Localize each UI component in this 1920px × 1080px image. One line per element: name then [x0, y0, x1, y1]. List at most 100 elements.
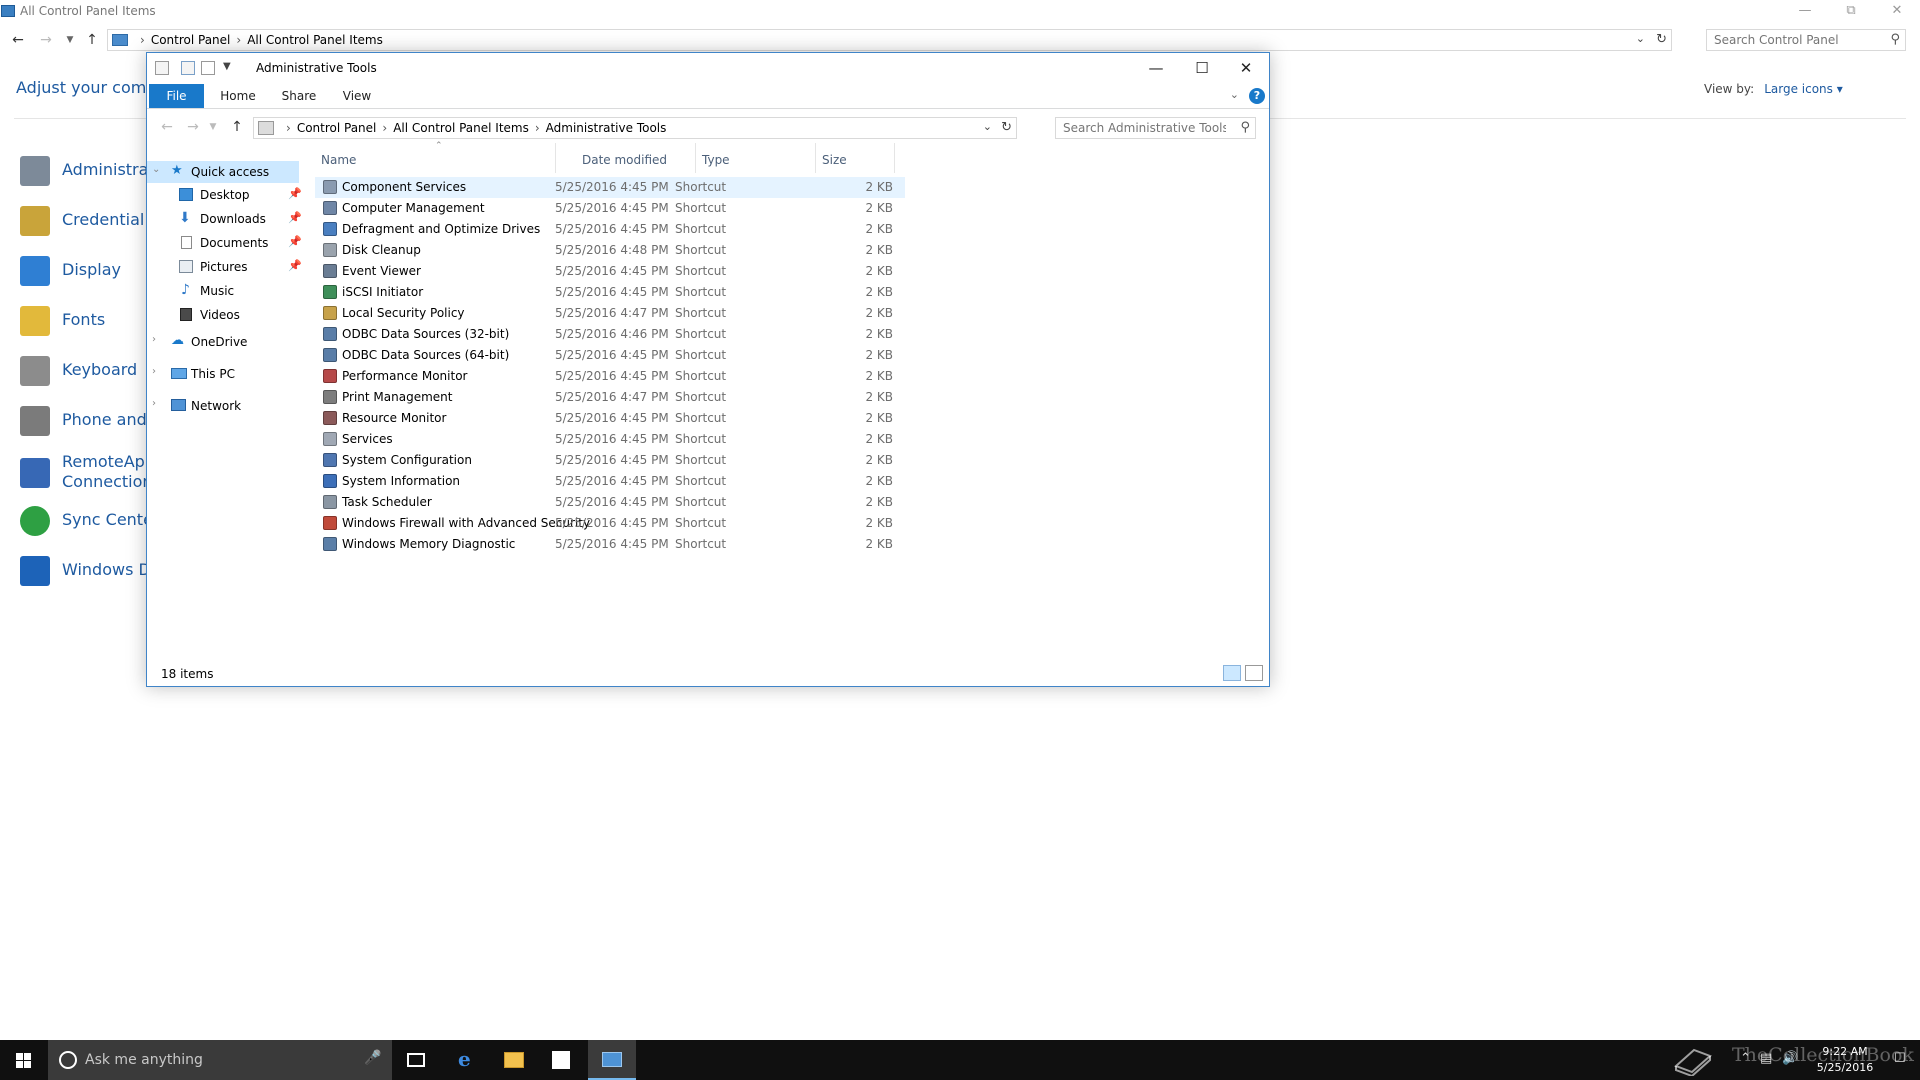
file-row[interactable]: System Configuration 5/25/2016 4:45 PM Sho…	[315, 450, 905, 471]
cp-refresh-icon[interactable]: ↻	[1656, 32, 1667, 47]
cp-crumb-control-panel[interactable]: Control Panel	[151, 33, 231, 47]
recent-locations-chevron-icon[interactable]: ▼	[203, 117, 223, 137]
maximize-button[interactable]: ☐	[1179, 53, 1225, 83]
file-row[interactable]: ODBC Data Sources (32-bit) 5/25/2016 4:46…	[315, 324, 905, 345]
cp-recent-chevron-icon[interactable]: ▼	[60, 30, 80, 50]
file-row[interactable]: Computer Management 5/25/2016 4:45 PM Shor…	[315, 198, 905, 219]
help-icon[interactable]: ?	[1249, 88, 1265, 104]
qat-customize-icon[interactable]: ▼	[223, 61, 231, 72]
file-name: Component Services	[342, 180, 467, 194]
cp-minimize-button[interactable]: —	[1782, 0, 1828, 23]
nav-desktop[interactable]: Desktop 📌	[147, 184, 303, 206]
cp-forward-arrow-icon[interactable]: →	[36, 30, 56, 50]
column-header-date-modified[interactable]: Date modified	[576, 143, 696, 173]
cortana-search-box[interactable]: Ask me anything 🎤	[48, 1040, 392, 1080]
cp-address-bar[interactable]: › Control Panel › All Control Panel Items ⌄…	[107, 29, 1672, 51]
collapse-chevron-icon[interactable]: ⌄	[152, 164, 160, 175]
file-row[interactable]: Disk Cleanup 5/25/2016 4:48 PM Shortcut 2 K…	[315, 240, 905, 261]
taskbar-control-panel[interactable]	[588, 1040, 636, 1080]
cp-close-button[interactable]: ✕	[1874, 0, 1920, 23]
network-icon	[171, 399, 186, 411]
file-row[interactable]: Component Services 5/25/2016 4:45 PM Short…	[315, 177, 905, 198]
file-type: Shortcut	[675, 201, 727, 215]
search-icon[interactable]: ⚲	[1890, 32, 1900, 47]
file-row[interactable]: ODBC Data Sources (64-bit) 5/25/2016 4:45…	[315, 345, 905, 366]
nav-videos[interactable]: Videos	[147, 304, 303, 326]
taskbar-edge[interactable]: e	[442, 1040, 490, 1080]
microphone-icon[interactable]: 🎤	[364, 1050, 381, 1066]
cp-search-input[interactable]	[1707, 30, 1877, 50]
pin-icon[interactable]: 📌	[288, 187, 302, 200]
nav-quick-access[interactable]: ⌄ ★ Quick access	[147, 161, 299, 183]
search-icon[interactable]: ⚲	[1240, 120, 1250, 135]
cp-back-arrow-icon[interactable]: ←	[8, 30, 28, 50]
file-row[interactable]: iSCSI Initiator 5/25/2016 4:45 PM Shortcut…	[315, 282, 905, 303]
cp-up-arrow-icon[interactable]: ↑	[82, 30, 102, 50]
shortcut-icon	[323, 411, 337, 425]
forward-arrow-icon[interactable]: →	[183, 117, 203, 137]
tab-home[interactable]: Home	[207, 84, 269, 108]
expand-chevron-icon[interactable]: ›	[152, 366, 156, 377]
nav-documents[interactable]: Documents 📌	[147, 232, 303, 254]
file-row[interactable]: Local Security Policy 5/25/2016 4:47 PM Sh…	[315, 303, 905, 324]
close-button[interactable]: ✕	[1223, 53, 1269, 83]
refresh-icon[interactable]: ↻	[1001, 120, 1012, 135]
search-box[interactable]: ⚲	[1055, 117, 1256, 139]
cp-restore-button[interactable]: ⧉	[1828, 0, 1874, 23]
properties-icon[interactable]	[181, 61, 195, 75]
file-row[interactable]: Task Scheduler 5/25/2016 4:45 PM Shortcut 2…	[315, 492, 905, 513]
pin-icon[interactable]: 📌	[288, 235, 302, 248]
cp-address-dropdown-icon[interactable]: ⌄	[1636, 32, 1645, 45]
expand-ribbon-chevron-icon[interactable]: ⌄	[1230, 88, 1239, 101]
nav-music[interactable]: ♪ Music	[147, 280, 303, 302]
file-row[interactable]: Windows Firewall with Advanced Security 5…	[315, 513, 905, 534]
shortcut-icon	[323, 285, 337, 299]
large-icons-view-icon[interactable]	[1245, 665, 1263, 681]
file-row[interactable]: Print Management 5/25/2016 4:47 PM Shortcu…	[315, 387, 905, 408]
task-view-button[interactable]	[392, 1040, 440, 1080]
admin-tools-small-icon[interactable]	[155, 61, 169, 75]
nav-pictures[interactable]: Pictures 📌	[147, 256, 303, 278]
nav-onedrive[interactable]: › ☁ OneDrive	[147, 331, 303, 353]
view-by-dropdown[interactable]: Large icons ▾	[1764, 82, 1843, 96]
folder-icon	[504, 1052, 524, 1068]
file-row[interactable]: Windows Memory Diagnostic 5/25/2016 4:45 …	[315, 534, 905, 555]
expand-chevron-icon[interactable]: ›	[152, 398, 156, 409]
tab-view[interactable]: View	[331, 84, 383, 108]
file-row[interactable]: Resource Monitor 5/25/2016 4:45 PM Shortcu…	[315, 408, 905, 429]
expand-chevron-icon[interactable]: ›	[152, 334, 156, 345]
file-row[interactable]: Services 5/25/2016 4:45 PM Shortcut 2 KB	[315, 429, 905, 450]
nav-this-pc[interactable]: › This PC	[147, 363, 303, 385]
nav-network[interactable]: › Network	[147, 395, 303, 417]
address-bar[interactable]: › Control Panel › All Control Panel Items › A…	[253, 117, 1017, 139]
file-row[interactable]: System Information 5/25/2016 4:45 PM Short…	[315, 471, 905, 492]
cp-crumb-all-items[interactable]: All Control Panel Items	[247, 33, 383, 47]
pin-icon[interactable]: 📌	[288, 259, 302, 272]
tab-file[interactable]: File	[149, 84, 204, 108]
address-dropdown-icon[interactable]: ⌄	[983, 120, 992, 133]
crumb-all-items[interactable]: All Control Panel Items	[393, 121, 529, 135]
start-button[interactable]	[0, 1040, 48, 1080]
file-row[interactable]: Event Viewer 5/25/2016 4:45 PM Shortcut 2 K…	[315, 261, 905, 282]
crumb-control-panel[interactable]: Control Panel	[297, 121, 377, 135]
details-view-icon[interactable]	[1223, 665, 1241, 681]
file-row[interactable]: Performance Monitor 5/25/2016 4:45 PM Shor…	[315, 366, 905, 387]
column-header-name[interactable]: Name	[315, 143, 556, 173]
new-folder-icon[interactable]	[201, 61, 215, 75]
admin-tools-icon	[20, 156, 50, 186]
taskbar-file-explorer[interactable]	[490, 1040, 538, 1080]
column-header-size[interactable]: Size	[816, 143, 895, 173]
column-header-type[interactable]: Type	[696, 143, 816, 173]
minimize-button[interactable]: —	[1133, 53, 1179, 83]
tab-share[interactable]: Share	[271, 84, 327, 108]
file-row[interactable]: Defragment and Optimize Drives 5/25/2016 …	[315, 219, 905, 240]
pin-icon[interactable]: 📌	[288, 211, 302, 224]
file-name: Resource Monitor	[342, 411, 447, 425]
crumb-admin-tools[interactable]: Administrative Tools	[546, 121, 667, 135]
back-arrow-icon[interactable]: ←	[157, 117, 177, 137]
taskbar-store[interactable]	[538, 1040, 586, 1080]
search-input[interactable]	[1056, 118, 1226, 138]
up-arrow-icon[interactable]: ↑	[227, 117, 247, 137]
nav-downloads[interactable]: ⬇ Downloads 📌	[147, 208, 303, 230]
cp-search-box[interactable]: ⚲	[1706, 29, 1906, 51]
